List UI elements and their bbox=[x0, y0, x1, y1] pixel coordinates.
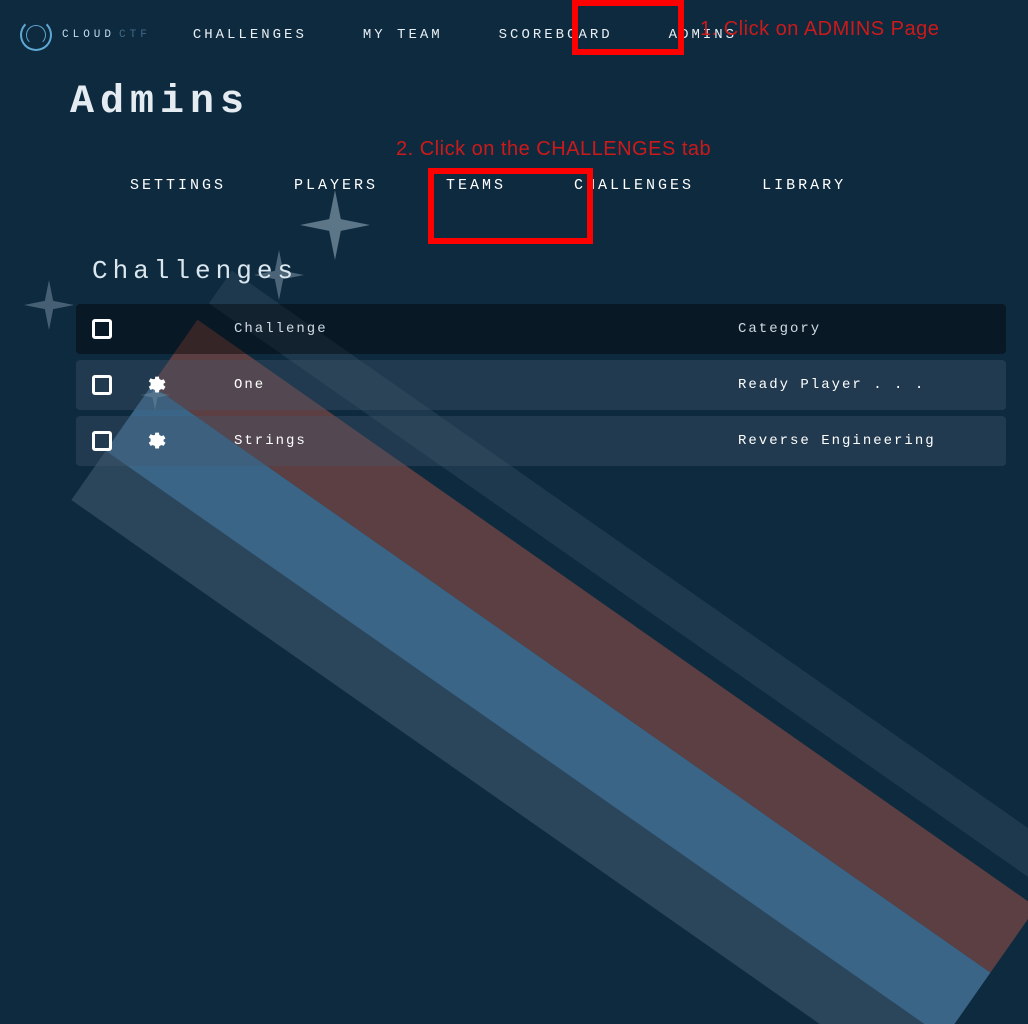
tab-settings[interactable]: SETTINGS bbox=[110, 165, 246, 206]
annotation-text-1: 1. Click on ADMINS Page bbox=[700, 18, 939, 41]
row-checkbox[interactable] bbox=[92, 375, 112, 395]
cell-category: Reverse Engineering bbox=[738, 433, 998, 449]
nav-my-team[interactable]: MY TEAM bbox=[349, 19, 457, 51]
tab-players[interactable]: PLAYERS bbox=[274, 165, 398, 206]
gear-icon[interactable] bbox=[144, 430, 166, 452]
logo-icon bbox=[20, 19, 52, 51]
nav-scoreboard[interactable]: SCOREBOARD bbox=[485, 19, 627, 51]
tab-teams[interactable]: TEAMS bbox=[426, 165, 526, 206]
cell-name: Strings bbox=[234, 433, 738, 449]
logo-text-2: CTF bbox=[119, 29, 151, 41]
sparkle-icon bbox=[24, 280, 74, 330]
logo[interactable]: CLOUD CTF bbox=[20, 19, 151, 51]
table-row[interactable]: One Ready Player . . . bbox=[76, 360, 1006, 410]
nav-challenges[interactable]: CHALLENGES bbox=[179, 19, 321, 51]
admin-tabs: SETTINGS PLAYERS TEAMS CHALLENGES LIBRAR… bbox=[110, 165, 1028, 206]
select-all-checkbox[interactable] bbox=[92, 319, 112, 339]
gear-icon[interactable] bbox=[144, 374, 166, 396]
annotation-text-2: 2. Click on the CHALLENGES tab bbox=[396, 138, 711, 161]
table-row[interactable]: Strings Reverse Engineering bbox=[76, 416, 1006, 466]
page-title: Admins bbox=[70, 80, 1028, 125]
tab-challenges[interactable]: CHALLENGES bbox=[554, 165, 714, 206]
row-checkbox[interactable] bbox=[92, 431, 112, 451]
tab-library[interactable]: LIBRARY bbox=[742, 165, 866, 206]
cell-name: One bbox=[234, 377, 738, 393]
table-header-row: Challenge Category bbox=[76, 304, 1006, 354]
col-category: Category bbox=[738, 321, 998, 337]
challenges-table: Challenge Category One Ready Player . . … bbox=[76, 304, 1006, 466]
col-challenge: Challenge bbox=[234, 321, 738, 337]
logo-text-1: CLOUD bbox=[62, 29, 115, 41]
section-title: Challenges bbox=[92, 256, 1028, 286]
cell-category: Ready Player . . . bbox=[738, 377, 998, 393]
